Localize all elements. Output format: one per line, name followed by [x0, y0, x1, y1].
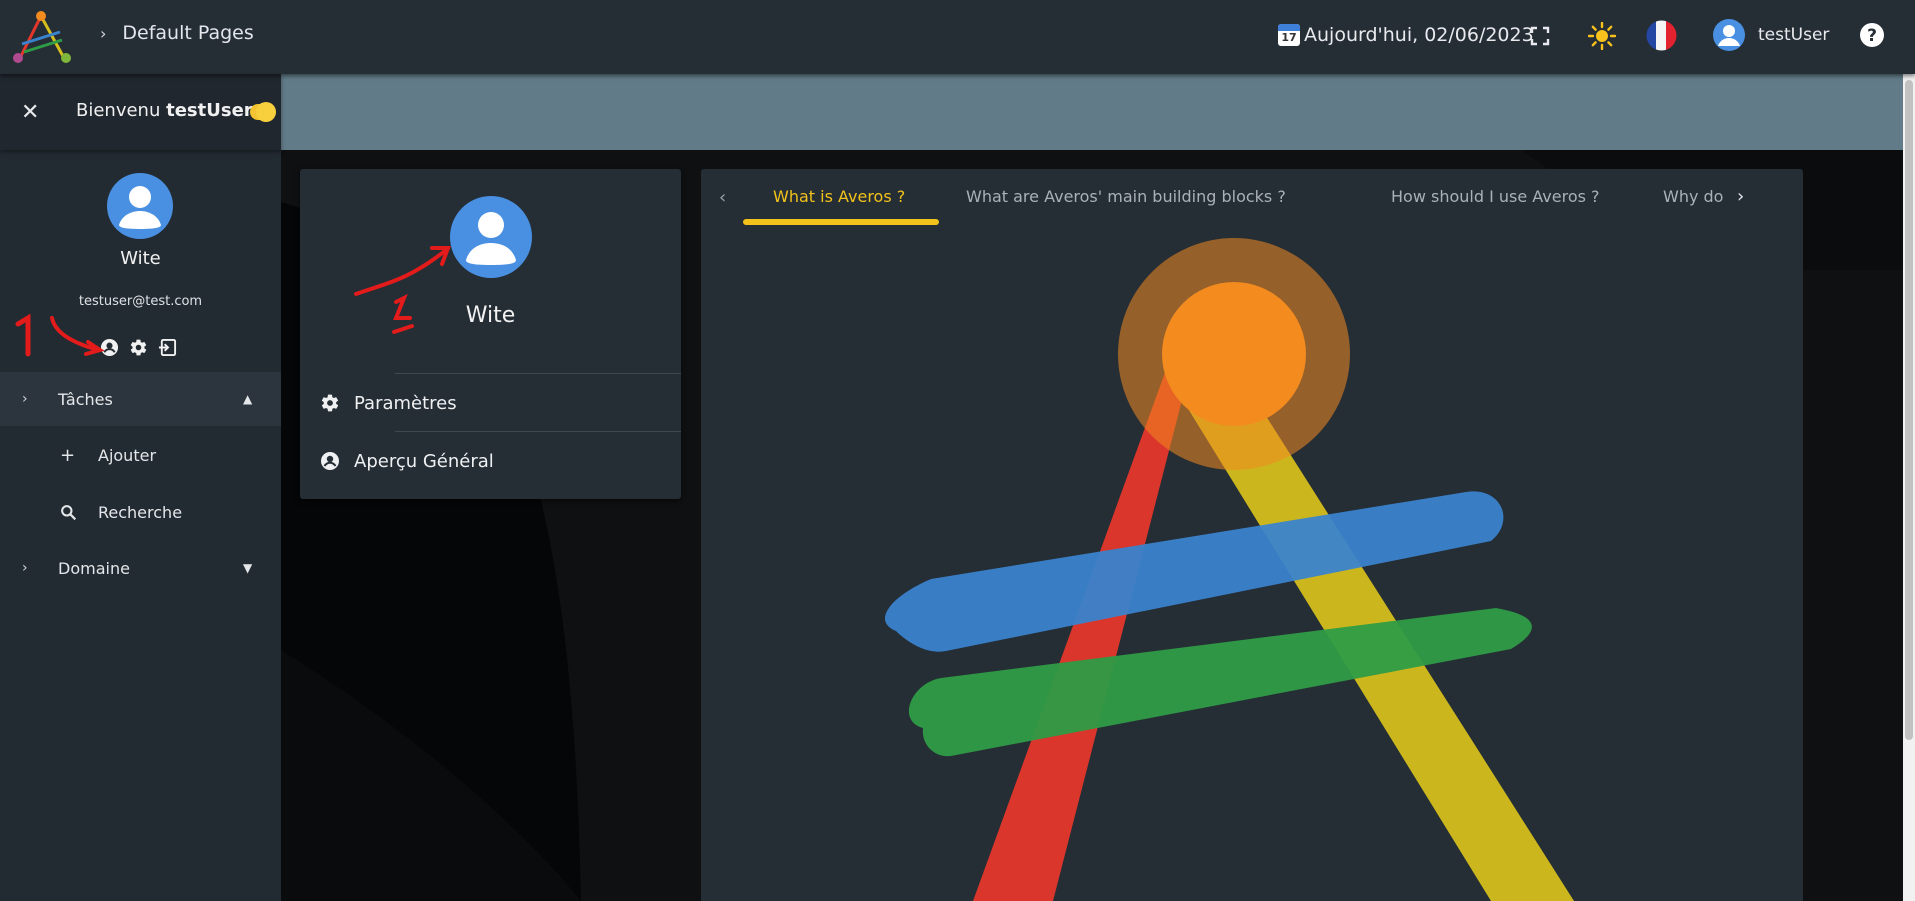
date-label: Aujourd'hui, 02/06/2023 [1304, 24, 1534, 46]
sun-icon[interactable] [1588, 22, 1616, 50]
sidebar-subitem-label: Recherche [98, 502, 183, 522]
person-icon [1718, 25, 1740, 46]
user-name[interactable]: testUser [1758, 25, 1829, 45]
menu-item-apercu-general[interactable]: Aperçu Général [300, 433, 681, 489]
tab-main-building-blocks[interactable]: What are Averos' main building blocks ? [966, 187, 1286, 206]
menu-item-label: Paramètres [354, 392, 457, 414]
menu-item-label: Aperçu Général [354, 450, 494, 472]
breadcrumb[interactable]: › Default Pages [100, 22, 254, 44]
profile-menu-name: Wite [465, 303, 516, 328]
welcome-message: Bienvenu testUser ! [76, 100, 266, 121]
user-avatar[interactable] [1713, 19, 1745, 51]
profile-menu-avatar[interactable] [450, 196, 532, 278]
divider [395, 373, 681, 374]
content-card: ‹ What is Averos ? What are Averos' main… [701, 169, 1803, 901]
svg-text:?: ? [1867, 26, 1877, 46]
fullscreen-icon[interactable] [1530, 26, 1550, 46]
sidebar-profile-name: Wite [120, 248, 161, 269]
chevron-left-icon[interactable]: ‹ [719, 187, 726, 208]
tab-bar: ‹ What is Averos ? What are Averos' main… [701, 169, 1803, 231]
date-indicator: 17 Aujourd'hui, 02/06/2023 [1278, 24, 1534, 46]
chevron-right-icon: › [22, 391, 28, 407]
theme-toggle[interactable] [250, 102, 276, 122]
account-circle-icon[interactable] [100, 338, 119, 357]
profile-actions [100, 338, 177, 357]
sidebar-item-label: Tâches [58, 389, 113, 409]
close-icon[interactable]: ✕ [21, 100, 39, 125]
menu-item-parametres[interactable]: Paramètres [300, 375, 681, 431]
tab-what-is-averos[interactable]: What is Averos ? [773, 187, 905, 206]
logout-icon[interactable] [158, 338, 177, 357]
sidebar-subitem-ajouter[interactable]: + Ajouter [0, 428, 281, 482]
calendar-icon: 17 [1278, 24, 1300, 46]
chevron-right-icon: › [100, 23, 107, 43]
caret-up-icon[interactable]: ▲ [243, 392, 252, 406]
person-icon [119, 186, 161, 229]
welcome-header: ✕ Bienvenu testUser ! [0, 74, 281, 150]
averos-logo[interactable] [8, 6, 74, 66]
tab-why-need[interactable]: Why do I need Averos ? [1663, 187, 1725, 206]
sidebar-profile-email: testuser@test.com [78, 294, 203, 309]
sidebar-subitem-recherche[interactable]: Recherche [0, 485, 281, 539]
sidebar: ✕ Bienvenu testUser ! Wite testuser@test… [0, 74, 281, 901]
person-icon [466, 212, 516, 265]
sidebar-avatar[interactable] [107, 173, 173, 239]
gear-icon [321, 394, 339, 412]
sidebar-item-taches[interactable]: › Tâches ▲ [0, 372, 281, 426]
chevron-right-icon[interactable]: › [1737, 186, 1744, 207]
plus-icon: + [60, 444, 76, 466]
sidebar-subitem-label: Ajouter [98, 445, 157, 465]
tab-how-to-use[interactable]: How should I use Averos ? [1391, 187, 1600, 206]
page-scrollbar[interactable] [1903, 74, 1915, 901]
sidebar-item-domaine[interactable]: › Domaine ▼ [0, 541, 281, 595]
divider [395, 431, 681, 432]
averos-hero-logo [884, 238, 1574, 901]
page-banner [281, 74, 1903, 150]
search-icon [61, 505, 77, 521]
profile-menu: Wite Paramètres Aperçu Général [300, 169, 681, 499]
scrollbar-thumb[interactable] [1905, 80, 1913, 740]
gear-icon[interactable] [129, 338, 148, 357]
caret-down-icon[interactable]: ▼ [243, 561, 252, 575]
sidebar-item-label: Domaine [58, 558, 130, 578]
chevron-right-icon: › [22, 560, 28, 576]
help-icon[interactable]: ? [1859, 22, 1885, 48]
top-app-bar: › Default Pages 17 Aujourd'hui, 02/06/20… [0, 0, 1915, 74]
active-tab-indicator [743, 219, 939, 225]
breadcrumb-label: Default Pages [122, 22, 254, 44]
french-flag-icon[interactable] [1646, 20, 1677, 51]
account-circle-icon [321, 452, 339, 470]
